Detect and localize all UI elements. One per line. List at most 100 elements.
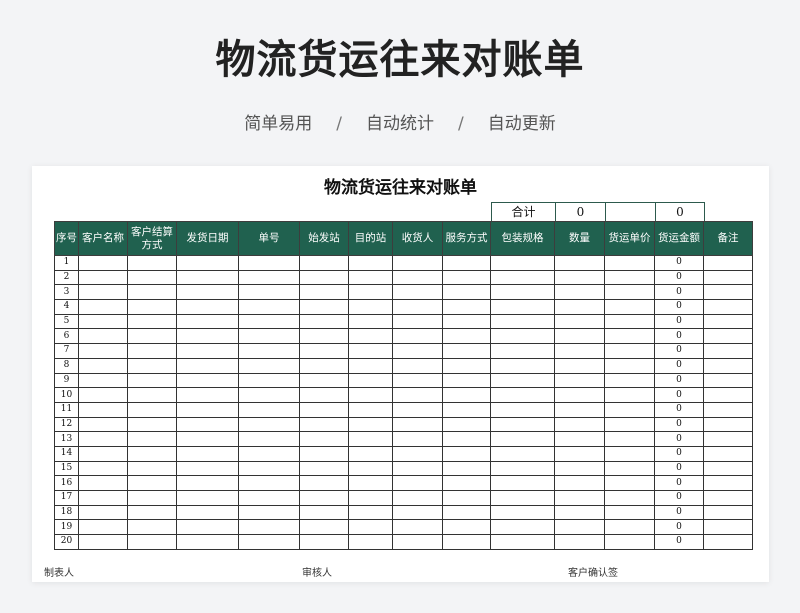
table-cell[interactable] xyxy=(392,357,443,374)
table-cell[interactable] xyxy=(490,416,555,433)
table-cell[interactable] xyxy=(604,387,655,403)
table-cell[interactable] xyxy=(490,401,555,418)
table-cell[interactable] xyxy=(238,401,300,418)
row-amount-cell[interactable]: 0 xyxy=(654,475,704,491)
table-cell[interactable] xyxy=(442,475,491,491)
table-cell[interactable] xyxy=(604,504,655,521)
table-cell[interactable] xyxy=(78,460,128,477)
table-cell[interactable] xyxy=(703,401,753,418)
table-cell[interactable] xyxy=(490,255,555,271)
table-cell[interactable] xyxy=(703,460,753,477)
table-cell[interactable] xyxy=(442,431,491,447)
table-cell[interactable] xyxy=(490,357,555,374)
table-cell[interactable] xyxy=(392,372,443,389)
table-cell[interactable] xyxy=(176,313,239,330)
row-seq-cell[interactable]: 17 xyxy=(54,490,79,506)
table-cell[interactable] xyxy=(176,504,239,521)
table-cell[interactable] xyxy=(554,313,605,330)
table-cell[interactable] xyxy=(78,269,128,286)
table-cell[interactable] xyxy=(604,519,655,536)
table-cell[interactable] xyxy=(554,445,605,462)
table-cell[interactable] xyxy=(238,313,300,330)
row-amount-cell[interactable]: 0 xyxy=(654,401,704,418)
table-cell[interactable] xyxy=(299,357,349,374)
row-seq-cell[interactable]: 13 xyxy=(54,431,79,447)
row-amount-cell[interactable]: 0 xyxy=(654,255,704,271)
table-cell[interactable] xyxy=(703,343,753,359)
table-cell[interactable] xyxy=(554,284,605,301)
table-cell[interactable] xyxy=(554,328,605,345)
table-cell[interactable] xyxy=(392,416,443,433)
table-cell[interactable] xyxy=(348,534,393,550)
table-cell[interactable] xyxy=(238,490,300,506)
table-cell[interactable] xyxy=(392,519,443,536)
table-cell[interactable] xyxy=(554,357,605,374)
row-seq-cell[interactable]: 7 xyxy=(54,343,79,359)
table-cell[interactable] xyxy=(604,372,655,389)
table-cell[interactable] xyxy=(490,299,555,315)
row-seq-cell[interactable]: 10 xyxy=(54,387,79,403)
table-cell[interactable] xyxy=(78,445,128,462)
table-cell[interactable] xyxy=(348,504,393,521)
table-cell[interactable] xyxy=(554,255,605,271)
row-amount-cell[interactable]: 0 xyxy=(654,372,704,389)
table-cell[interactable] xyxy=(127,490,177,506)
table-cell[interactable] xyxy=(78,328,128,345)
table-cell[interactable] xyxy=(490,328,555,345)
table-cell[interactable] xyxy=(176,445,239,462)
table-cell[interactable] xyxy=(348,328,393,345)
table-cell[interactable] xyxy=(299,255,349,271)
table-cell[interactable] xyxy=(604,431,655,447)
table-cell[interactable] xyxy=(78,519,128,536)
table-cell[interactable] xyxy=(238,460,300,477)
table-cell[interactable] xyxy=(299,490,349,506)
table-cell[interactable] xyxy=(703,313,753,330)
table-cell[interactable] xyxy=(348,475,393,491)
table-cell[interactable] xyxy=(127,431,177,447)
table-cell[interactable] xyxy=(348,255,393,271)
table-cell[interactable] xyxy=(299,328,349,345)
row-amount-cell[interactable]: 0 xyxy=(654,431,704,447)
table-cell[interactable] xyxy=(490,269,555,286)
table-cell[interactable] xyxy=(703,328,753,345)
table-cell[interactable] xyxy=(490,504,555,521)
table-cell[interactable] xyxy=(348,416,393,433)
table-cell[interactable] xyxy=(490,534,555,550)
table-cell[interactable] xyxy=(127,460,177,477)
row-amount-cell[interactable]: 0 xyxy=(654,269,704,286)
table-cell[interactable] xyxy=(176,490,239,506)
table-cell[interactable] xyxy=(703,504,753,521)
table-cell[interactable] xyxy=(554,387,605,403)
table-cell[interactable] xyxy=(176,284,239,301)
row-amount-cell[interactable]: 0 xyxy=(654,504,704,521)
table-cell[interactable] xyxy=(78,357,128,374)
table-cell[interactable] xyxy=(78,372,128,389)
table-cell[interactable] xyxy=(554,401,605,418)
table-cell[interactable] xyxy=(348,490,393,506)
table-cell[interactable] xyxy=(703,255,753,271)
row-seq-cell[interactable]: 3 xyxy=(54,284,79,301)
row-seq-cell[interactable]: 5 xyxy=(54,313,79,330)
table-cell[interactable] xyxy=(238,387,300,403)
row-seq-cell[interactable]: 18 xyxy=(54,504,79,521)
row-amount-cell[interactable]: 0 xyxy=(654,534,704,550)
table-cell[interactable] xyxy=(348,269,393,286)
table-cell[interactable] xyxy=(554,269,605,286)
table-cell[interactable] xyxy=(392,534,443,550)
table-cell[interactable] xyxy=(299,299,349,315)
table-cell[interactable] xyxy=(490,490,555,506)
table-cell[interactable] xyxy=(238,519,300,536)
table-cell[interactable] xyxy=(442,313,491,330)
table-cell[interactable] xyxy=(604,490,655,506)
table-cell[interactable] xyxy=(238,328,300,345)
table-cell[interactable] xyxy=(442,504,491,521)
table-cell[interactable] xyxy=(442,328,491,345)
table-cell[interactable] xyxy=(299,416,349,433)
table-cell[interactable] xyxy=(238,299,300,315)
table-cell[interactable] xyxy=(176,387,239,403)
table-cell[interactable] xyxy=(604,343,655,359)
table-cell[interactable] xyxy=(238,269,300,286)
row-amount-cell[interactable]: 0 xyxy=(654,460,704,477)
table-cell[interactable] xyxy=(78,255,128,271)
table-cell[interactable] xyxy=(299,475,349,491)
